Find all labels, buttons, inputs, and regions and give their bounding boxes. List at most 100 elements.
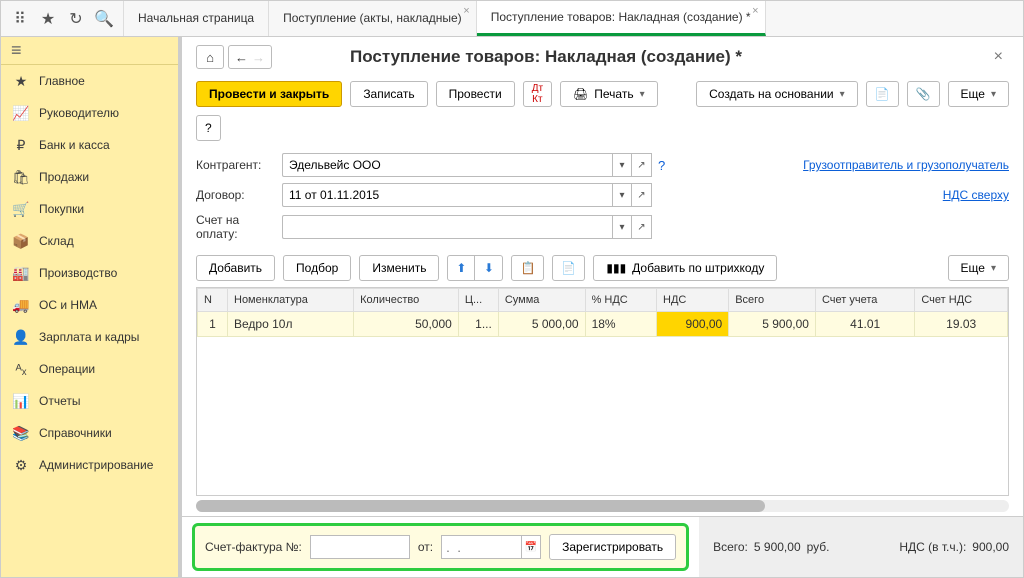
contract-input[interactable]: [282, 183, 612, 207]
col-qty[interactable]: Количество: [354, 289, 459, 312]
apps-icon[interactable]: ⠿: [7, 6, 33, 32]
star-icon[interactable]: ★: [35, 6, 61, 32]
table-row[interactable]: 1 Ведро 10л 50,000 1... 5 000,00 18% 900…: [198, 312, 1008, 337]
page-icon: 📄: [875, 87, 890, 101]
tab-home[interactable]: Начальная страница: [124, 1, 269, 36]
invoice-number-input[interactable]: [310, 535, 410, 559]
home-button[interactable]: ⌂: [196, 45, 224, 69]
add-button[interactable]: Добавить: [196, 255, 275, 281]
tab-receipts[interactable]: Поступление (акты, накладные) ×: [269, 1, 477, 36]
col-total[interactable]: Всего: [729, 289, 816, 312]
dropdown-icon[interactable]: ▾: [612, 153, 632, 177]
barcode-icon: ▮▮▮: [606, 261, 626, 275]
cell-vat[interactable]: 900,00: [657, 312, 729, 337]
sidebar-item-label: Производство: [39, 266, 117, 280]
dropdown-icon[interactable]: ▾: [612, 215, 632, 239]
col-item[interactable]: Номенклатура: [228, 289, 354, 312]
cell-n[interactable]: 1: [198, 312, 228, 337]
table-more-button[interactable]: Еще: [948, 255, 1009, 281]
invoice-acct-input[interactable]: [282, 215, 612, 239]
cell-item[interactable]: Ведро 10л: [228, 312, 354, 337]
sidebar-item-admin[interactable]: ⚙Администрирование: [1, 449, 178, 481]
post-button[interactable]: Провести: [436, 81, 515, 107]
sidebar-item-manager[interactable]: 📈Руководителю: [1, 97, 178, 129]
nav-back-forward[interactable]: ←→: [228, 45, 272, 69]
sidebar-item-directories[interactable]: 📚Справочники: [1, 417, 178, 449]
close-icon[interactable]: ×: [463, 5, 469, 17]
close-icon[interactable]: ×: [752, 5, 758, 17]
horizontal-scrollbar[interactable]: [196, 500, 1009, 512]
copy-button[interactable]: 📋: [511, 255, 544, 281]
history-icon[interactable]: ↻: [63, 6, 89, 32]
search-icon[interactable]: 🔍: [91, 6, 117, 32]
col-vatpct[interactable]: % НДС: [585, 289, 656, 312]
create-based-button[interactable]: Создать на основании: [696, 81, 858, 107]
invoice-label: Счет-фактура №:: [205, 540, 302, 554]
sidebar-item-label: Склад: [39, 234, 74, 248]
topbar: ⠿ ★ ↻ 🔍 Начальная страница Поступление (…: [1, 1, 1023, 37]
cell-vatacct[interactable]: 19.03: [915, 312, 1008, 337]
cell-total[interactable]: 5 900,00: [729, 312, 816, 337]
dt-kt-button[interactable]: ДтКт: [523, 81, 552, 107]
invoice-date-input[interactable]: [441, 535, 521, 559]
move-down-button[interactable]: ⬇: [475, 255, 503, 281]
open-icon[interactable]: ↗: [632, 215, 652, 239]
open-icon[interactable]: ↗: [632, 153, 652, 177]
attach-button[interactable]: 📎: [907, 81, 940, 107]
bag-icon: 🛍: [13, 169, 29, 185]
truck-icon: 🚚: [13, 297, 29, 313]
col-vatacct[interactable]: Счет НДС: [915, 289, 1008, 312]
tab-label: Поступление (акты, накладные): [283, 11, 462, 25]
pick-button[interactable]: Подбор: [283, 255, 351, 281]
total-label: Всего:: [713, 540, 748, 554]
post-and-close-button[interactable]: Провести и закрыть: [196, 81, 342, 107]
cell-qty[interactable]: 50,000: [354, 312, 459, 337]
cell-sum[interactable]: 5 000,00: [498, 312, 585, 337]
help-button[interactable]: ?: [196, 115, 221, 141]
more-button[interactable]: Еще: [948, 81, 1009, 107]
vat-link[interactable]: НДС сверху: [943, 188, 1009, 202]
sidebar-item-label: Покупки: [39, 202, 84, 216]
register-button[interactable]: Зарегистрировать: [549, 534, 676, 560]
close-button[interactable]: ×: [988, 48, 1009, 66]
sidebar-item-main[interactable]: ★Главное: [1, 65, 178, 97]
col-price[interactable]: Ц...: [458, 289, 498, 312]
sidebar-item-purchases[interactable]: 🛒Покупки: [1, 193, 178, 225]
sidebar-item-warehouse[interactable]: 📦 Склад: [1, 225, 178, 257]
sidebar-item-production[interactable]: 🏭Производство: [1, 257, 178, 289]
tab-label: Начальная страница: [138, 11, 254, 25]
cell-acct[interactable]: 41.01: [815, 312, 914, 337]
sidebar-item-payroll[interactable]: 👤Зарплата и кадры: [1, 321, 178, 353]
sidebar-toggle[interactable]: ≡: [1, 37, 178, 65]
col-acct[interactable]: Счет учета: [815, 289, 914, 312]
sidebar-item-label: Руководителю: [39, 106, 119, 120]
move-up-button[interactable]: ⬆: [447, 255, 475, 281]
cell-price[interactable]: 1...: [458, 312, 498, 337]
shipper-link[interactable]: Грузоотправитель и грузополучатель: [803, 158, 1009, 172]
box-icon: 📦: [13, 233, 29, 249]
sidebar-item-label: Банк и касса: [39, 138, 110, 152]
print-button[interactable]: 🖨Печать: [560, 81, 658, 107]
tab-current[interactable]: Поступление товаров: Накладная (создание…: [477, 1, 766, 36]
col-sum[interactable]: Сумма: [498, 289, 585, 312]
calendar-icon[interactable]: 📅: [521, 535, 541, 559]
edit-button[interactable]: Изменить: [359, 255, 439, 281]
sidebar-item-reports[interactable]: 📊Отчеты: [1, 385, 178, 417]
help-icon[interactable]: ?: [658, 158, 665, 173]
add-barcode-button[interactable]: ▮▮▮Добавить по штрихкоду: [593, 255, 777, 281]
save-button[interactable]: Записать: [350, 81, 427, 107]
col-vat[interactable]: НДС: [657, 289, 729, 312]
dropdown-icon[interactable]: ▾: [612, 183, 632, 207]
contractor-input[interactable]: [282, 153, 612, 177]
sidebar-item-assets[interactable]: 🚚ОС и НМА: [1, 289, 178, 321]
sidebar-item-bank[interactable]: ₽Банк и касса: [1, 129, 178, 161]
paste-button[interactable]: 📄: [552, 255, 585, 281]
sidebar-item-sales[interactable]: 🛍Продажи: [1, 161, 178, 193]
scrollbar-thumb[interactable]: [196, 500, 765, 512]
cell-vatpct[interactable]: 18%: [585, 312, 656, 337]
open-icon[interactable]: ↗: [632, 183, 652, 207]
sidebar-item-operations[interactable]: ᴬₓОперации: [1, 353, 178, 385]
sidebar-item-label: Операции: [39, 362, 95, 376]
col-n[interactable]: N: [198, 289, 228, 312]
file-button[interactable]: 📄: [866, 81, 899, 107]
